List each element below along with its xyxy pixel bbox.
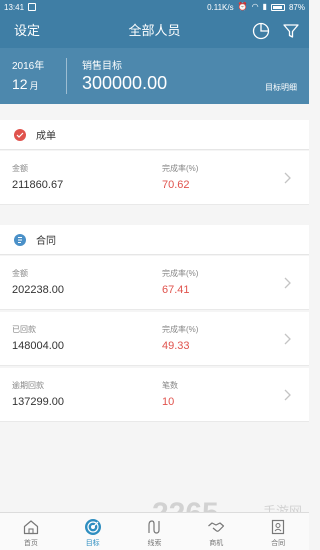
battery-percent: 87% <box>288 2 305 12</box>
section-title: 合同 <box>36 236 56 247</box>
tab-opportunities[interactable]: 商机 <box>185 513 247 550</box>
settings-button[interactable]: 设定 <box>14 14 40 48</box>
tab-contracts[interactable]: 合同 <box>247 513 309 550</box>
row-left-label: 已回款 <box>12 325 36 334</box>
overdue-payment-row[interactable]: 逾期回款 137299.00 笔数 10 <box>0 368 309 422</box>
chevron-right-icon <box>284 277 291 289</box>
row-right-label: 完成率(%) <box>162 269 199 278</box>
nav-bar: 设定 全部人员 <box>0 14 309 48</box>
row-right-label: 笔数 <box>162 381 178 390</box>
signal-icon: ▮ <box>262 2 267 11</box>
row-left-label: 金额 <box>12 164 28 173</box>
battery-icon <box>270 3 285 11</box>
handshake-icon <box>208 522 225 532</box>
sales-target-amount: 300000.00 <box>82 73 168 93</box>
target-month-number: 12 <box>12 76 28 92</box>
contract-amount-row[interactable]: 金额 202238.00 完成率(%) 67.41 <box>0 256 309 310</box>
chevron-right-icon <box>284 389 291 401</box>
status-time: 13:41 <box>4 2 25 12</box>
contract-section-icon <box>14 233 26 246</box>
row-right-value: 49.33 <box>162 340 190 352</box>
pie-chart-icon[interactable] <box>251 21 271 41</box>
row-left-value: 202238.00 <box>12 284 64 296</box>
section-header-contracts: 合同 <box>0 225 309 255</box>
target-year[interactable]: 2016年 <box>12 57 44 72</box>
section-title: 成单 <box>36 131 56 142</box>
target-detail-link[interactable]: 目标明细 <box>265 82 297 93</box>
tab-label: 线索 <box>147 540 162 547</box>
tab-label: 商机 <box>209 540 224 547</box>
status-bar: 13:41 0.11K/s ⏰ ◠ ▮ 87% <box>0 0 309 14</box>
tab-leads[interactable]: 线索 <box>124 513 186 550</box>
chevron-right-icon <box>284 333 291 345</box>
deal-amount-row[interactable]: 金额 211860.67 完成率(%) 70.62 <box>0 151 309 205</box>
target-month[interactable]: 12 月 <box>12 76 39 92</box>
notification-app-icon <box>28 3 37 11</box>
section-header-deals: 成单 <box>0 120 309 150</box>
alarm-icon: ⏰ <box>237 2 248 11</box>
row-left-label: 逾期回款 <box>12 381 44 390</box>
row-right-value: 70.62 <box>162 179 190 191</box>
row-left-value: 211860.67 <box>12 179 64 191</box>
target-icon <box>84 519 101 535</box>
banner-divider <box>66 58 67 94</box>
target-month-suffix: 月 <box>29 81 39 91</box>
tab-label: 合同 <box>271 540 286 547</box>
chevron-right-icon <box>284 172 291 184</box>
row-left-label: 金额 <box>12 269 28 278</box>
tab-label: 首页 <box>23 540 38 547</box>
sales-target-banner: 2016年 12 月 销售目标 300000.00 目标明细 <box>0 48 309 104</box>
filter-icon[interactable] <box>281 21 301 41</box>
row-left-value: 148004.00 <box>12 340 64 352</box>
row-right-value: 67.41 <box>162 284 190 296</box>
row-right-label: 完成率(%) <box>162 164 199 173</box>
payment-received-row[interactable]: 已回款 148004.00 完成率(%) 49.33 <box>0 312 309 366</box>
tab-label: 目标 <box>85 540 100 547</box>
deal-icon <box>14 128 26 141</box>
row-right-value: 10 <box>162 396 175 408</box>
bottom-tab-bar: 首页 目标 线索 商机 合同 <box>0 512 309 550</box>
tab-target[interactable]: 目标 <box>62 513 124 550</box>
contract-icon <box>271 519 285 535</box>
row-left-value: 137299.00 <box>12 396 64 408</box>
leads-icon <box>148 520 161 534</box>
network-speed: 0.11K/s <box>207 2 234 12</box>
row-right-label: 完成率(%) <box>162 325 199 334</box>
tab-home[interactable]: 首页 <box>0 513 62 550</box>
wifi-icon: ◠ <box>251 2 259 11</box>
sales-target-label: 销售目标 <box>82 61 122 72</box>
home-icon <box>23 520 38 535</box>
